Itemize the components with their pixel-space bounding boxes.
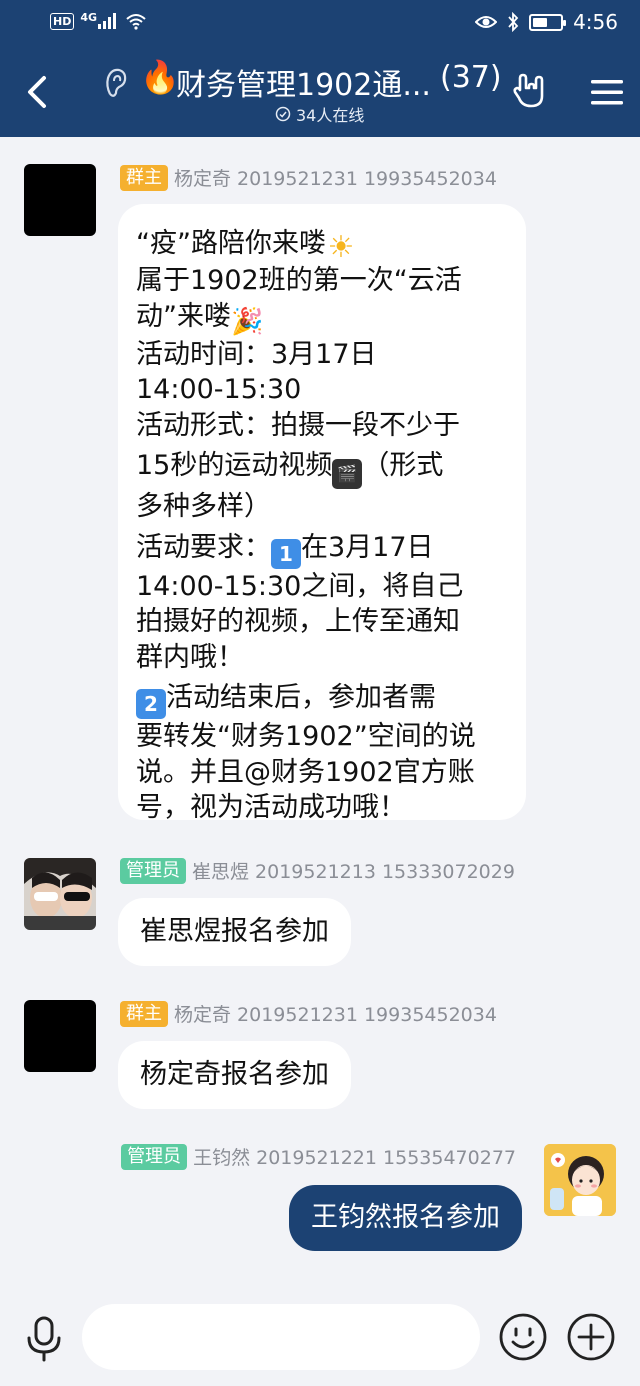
sender-meta: 管理员 崔思煜 2019521213 15333072029 [120, 857, 515, 884]
ear-icon[interactable] [100, 66, 130, 100]
status-right: 4:56 [475, 10, 618, 34]
message-text: 杨定奇报名参加 [140, 1059, 329, 1090]
microphone-icon[interactable] [22, 1314, 66, 1364]
member-count[interactable]: (37) [440, 60, 502, 95]
sender-name: 杨定奇 2019521231 19935452034 [174, 168, 497, 190]
emoji-icon[interactable] [498, 1312, 548, 1362]
sender-meta: 群主 杨定奇 2019521231 19935452034 [120, 1000, 497, 1027]
online-status: 34人在线 [275, 102, 364, 126]
avatar[interactable] [24, 1000, 96, 1072]
message-line: 要转发“财务1902”空间的说 [136, 721, 476, 752]
message-line: 拍摄好的视频，上传至通知 [136, 606, 460, 637]
message-line: 活动要求： [136, 531, 271, 563]
online-check-icon [275, 106, 291, 122]
message-text: 王钧然报名参加 [311, 1202, 500, 1233]
owner-badge: 群主 [120, 164, 168, 191]
message-line: 多种多样） [136, 491, 271, 522]
sender-name: 杨定奇 2019521231 19935452034 [174, 1004, 497, 1026]
status-bar: HD 4G 4:56 [0, 0, 640, 48]
message-line: 15秒的运动视频 [136, 450, 333, 481]
fire-icon: 🔥 [140, 58, 180, 96]
input-bar [0, 1292, 640, 1386]
status-left: HD 4G [50, 10, 147, 30]
clock: 4:56 [573, 10, 618, 34]
keycap-two-icon: 2 [136, 689, 166, 719]
message-bubble[interactable]: “疫”路陪你来喽☀ 属于1902班的第一次“云活 动”来喽🎉 活动时间：3月17… [118, 204, 526, 823]
admin-badge: 管理员 [120, 857, 186, 884]
bluetooth-icon [508, 12, 519, 32]
message-line: （形式 [362, 450, 444, 481]
avatar[interactable] [24, 164, 96, 236]
sender-name: 王钧然 2019521221 15535470277 [193, 1147, 516, 1169]
avatar[interactable] [24, 858, 96, 930]
message-line: 14:00-15:30 [136, 374, 302, 405]
message-line: 说。并且@财务1902官方账 [136, 756, 475, 788]
message-bubble[interactable]: 王钧然报名参加 [289, 1185, 522, 1251]
message-line: “疫”路陪你来喽 [136, 228, 326, 259]
sender-name: 崔思煜 2019521213 15333072029 [192, 861, 515, 883]
admin-badge: 管理员 [121, 1143, 188, 1170]
battery-icon [529, 13, 567, 31]
message-bubble[interactable]: 崔思煜报名参加 [118, 898, 351, 966]
chat-header: HD 4G 4:56 🔥 财务管理1902通... (37) 34人在线 [0, 0, 640, 137]
message-line: 动”来喽 [136, 300, 231, 332]
avatar-photo [24, 858, 96, 930]
menu-icon[interactable] [590, 78, 624, 106]
signal-icon [98, 13, 117, 29]
keycap-one-icon: 1 [271, 538, 301, 569]
avatar[interactable] [544, 1144, 616, 1216]
message-line: 在3月17日 [301, 531, 434, 563]
network-type: 4G [80, 10, 98, 24]
battery-level [533, 17, 548, 27]
online-count: 34人在线 [296, 106, 365, 125]
sun-icon: ☀ [327, 230, 355, 265]
message-line: 活动结束后，参加者需 [166, 682, 436, 713]
avatar-cartoon [544, 1144, 616, 1216]
eye-comfort-icon [475, 16, 498, 28]
wifi-icon [126, 14, 146, 30]
party-popper-icon: 🎉 [231, 306, 264, 337]
sender-meta: 管理员 王钧然 2019521221 15535470277 [121, 1143, 516, 1170]
message-line: 号，视为活动成功哦！ [136, 792, 406, 823]
message-line: 14:00-15:30之间，将自己 [136, 570, 464, 602]
sender-meta: 群主 杨定奇 2019521231 19935452034 [120, 164, 497, 191]
owner-badge: 群主 [120, 1000, 168, 1027]
clapper-board-icon: 🎬 [332, 459, 363, 489]
message-bubble[interactable]: 杨定奇报名参加 [118, 1041, 351, 1109]
rock-hand-icon[interactable] [512, 70, 550, 110]
message-text: 崔思煜报名参加 [140, 916, 329, 947]
message-line: 属于1902班的第一次“云活 [136, 265, 462, 296]
hd-indicator: HD [50, 12, 75, 30]
chat-title[interactable]: 财务管理1902通... [176, 60, 431, 104]
back-icon[interactable] [22, 72, 52, 112]
message-line: 群内哦！ [136, 641, 244, 673]
message-line: 活动时间：3月17日 [136, 338, 377, 370]
message-line: 活动形式：拍摄一段不少于 [136, 409, 460, 441]
plus-icon[interactable] [566, 1312, 616, 1362]
message-input[interactable] [82, 1304, 480, 1370]
